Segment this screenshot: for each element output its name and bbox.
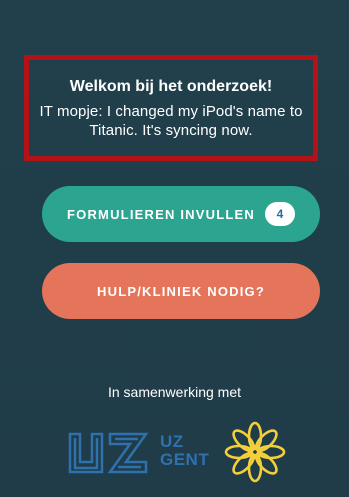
collaboration-text: In samenwerking met xyxy=(107,384,242,400)
app-screen: Welkom bij het onderzoek! IT mopje: I ch… xyxy=(0,0,349,497)
help-clinic-label: HULP/KLINIEK NODIG? xyxy=(97,283,265,299)
help-clinic-button[interactable]: HULP/KLINIEK NODIG? xyxy=(42,263,320,319)
uz-gent-logo-text-line1: UZ xyxy=(160,432,184,451)
fill-forms-button[interactable]: FORMULIEREN INVULLEN 4 xyxy=(42,186,320,242)
flower-logo xyxy=(224,421,286,483)
fill-forms-label: FORMULIEREN INVULLEN xyxy=(67,206,255,222)
welcome-card: Welkom bij het onderzoek! IT mopje: I ch… xyxy=(24,55,318,161)
forms-count-badge: 4 xyxy=(264,202,295,226)
uz-gent-logo-text: UZ GENT xyxy=(160,433,209,469)
welcome-title: Welkom bij het onderzoek! xyxy=(69,78,273,95)
uz-gent-logo-text-line2: GENT xyxy=(160,450,210,469)
welcome-message: IT mopje: I changed my iPod's name to Ti… xyxy=(39,103,303,139)
